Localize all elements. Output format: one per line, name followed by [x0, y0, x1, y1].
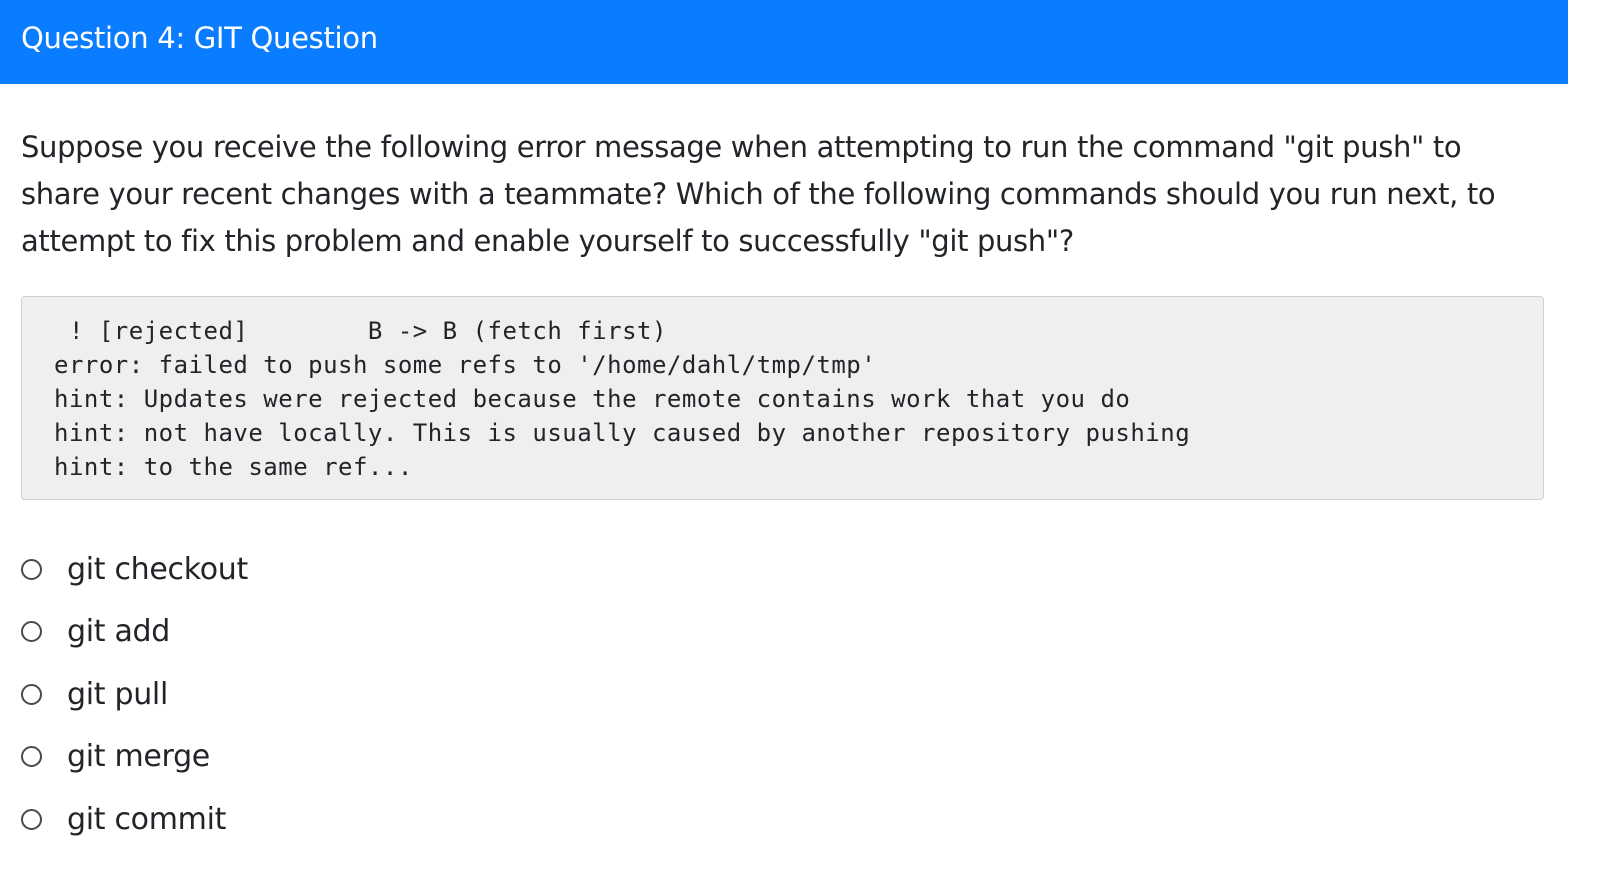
code-line: error: failed to push some refs to '/hom…: [54, 351, 877, 379]
option-git-pull[interactable]: git pull: [21, 663, 248, 726]
question-prompt: Suppose you receive the following error …: [21, 130, 1496, 258]
radio-button[interactable]: [21, 621, 42, 643]
option-git-merge[interactable]: git merge: [21, 726, 248, 789]
code-line: hint: not have locally. This is usually …: [54, 419, 1191, 447]
option-label: git commit: [67, 801, 227, 837]
question-header: Question 4: GIT Question: [0, 0, 1568, 84]
option-label: git pull: [67, 676, 169, 712]
option-label: git checkout: [67, 551, 248, 587]
code-line: hint: to the same ref...: [54, 453, 413, 481]
radio-button[interactable]: [21, 683, 42, 705]
radio-button[interactable]: [21, 746, 42, 768]
question-title: Question 4: GIT Question: [21, 21, 378, 55]
option-label: git add: [67, 614, 171, 650]
answer-options: git checkout git add git pull git merge …: [21, 538, 248, 851]
option-label: git merge: [67, 739, 210, 775]
option-git-add[interactable]: git add: [21, 601, 248, 664]
option-git-commit[interactable]: git commit: [21, 788, 248, 851]
question-body: Suppose you receive the following error …: [21, 124, 1545, 265]
option-git-checkout[interactable]: git checkout: [21, 538, 248, 601]
error-code-block: ! [rejected] B -> B (fetch first) error:…: [21, 296, 1544, 500]
code-line: ! [rejected] B -> B (fetch first): [54, 317, 667, 345]
radio-button[interactable]: [21, 558, 42, 580]
code-line: hint: Updates were rejected because the …: [54, 385, 1131, 413]
radio-button[interactable]: [21, 808, 42, 830]
